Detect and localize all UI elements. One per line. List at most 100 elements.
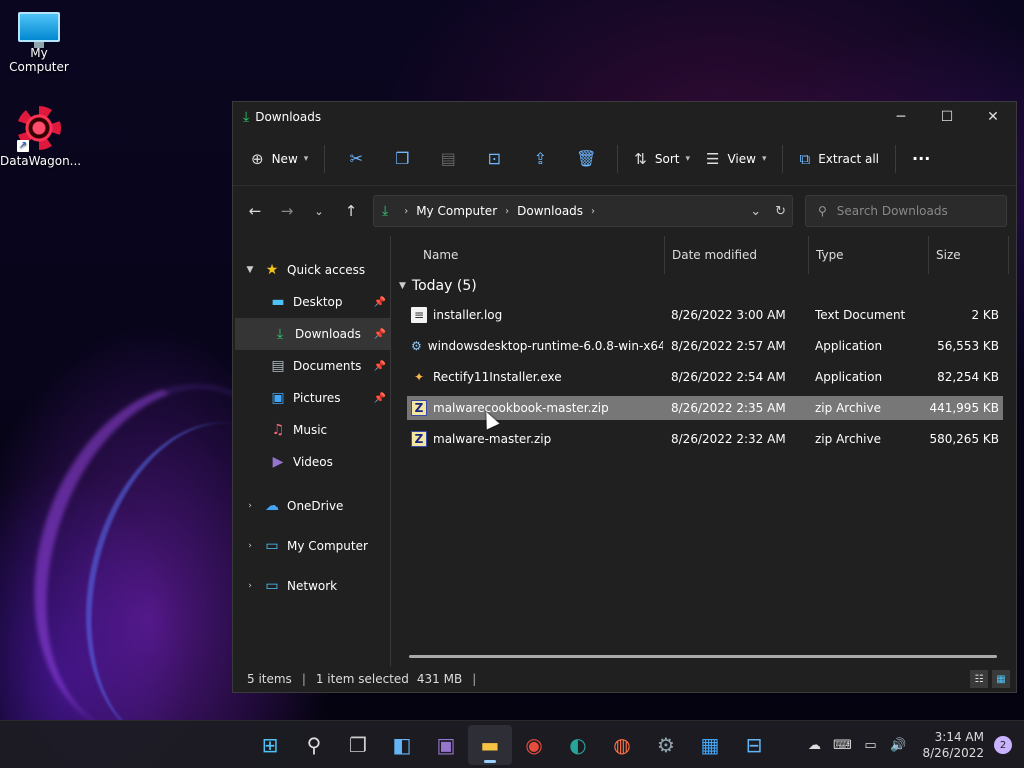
breadcrumb-downloads[interactable]: Downloads [517, 204, 583, 218]
extract-all-button[interactable]: ⧉ Extract all [791, 143, 887, 175]
file-row-installer-log[interactable]: ≡ installer.log 8/26/2022 3:00 AM Text D… [407, 303, 1003, 327]
taskbar-chrome[interactable]: ◉ [512, 725, 556, 765]
sort-button[interactable]: ⇅ Sort ▾ [626, 143, 698, 175]
tiles-view-icon: ▦ [996, 673, 1006, 685]
toolbar-divider [617, 144, 619, 173]
file-type: Text Document [815, 308, 906, 322]
pin-icon: 📌 [373, 296, 386, 308]
file-date: 8/26/2022 2:32 AM [671, 432, 786, 446]
column-name[interactable]: Name [415, 236, 665, 274]
firefox-icon: ◍ [613, 733, 631, 757]
nav-label: Network [287, 579, 338, 593]
taskbar-settings[interactable]: ⚙ [644, 725, 688, 765]
file-date: 8/26/2022 2:54 AM [671, 370, 786, 384]
file-row-rectify11installer[interactable]: ✦ Rectify11Installer.exe 8/26/2022 2:54 … [407, 365, 1003, 389]
folder-icon: ▬ [480, 733, 500, 757]
onedrive-offline-icon[interactable]: ☁ [800, 738, 828, 753]
extract-label: Extract all [818, 151, 880, 166]
list-view-icon: ☰ [706, 149, 720, 168]
taskbar-store[interactable]: ⊟ [732, 725, 776, 765]
clock[interactable]: 3:14 AM 8/26/2022 [922, 729, 984, 761]
minimize-button[interactable]: ─ [878, 102, 924, 132]
address-dropdown-icon[interactable]: ⌄ [750, 204, 761, 219]
delete-button[interactable]: 🗑 [571, 143, 601, 175]
group-label: Today (5) [411, 278, 477, 294]
share-button[interactable]: ⇪ [525, 143, 555, 175]
title-bar[interactable]: ⤓ Downloads ─ ☐ ✕ [233, 102, 1016, 132]
nav-network[interactable]: › ▭ Network [233, 566, 390, 606]
taskbar-search[interactable]: ⚲ [292, 725, 336, 765]
desktop-icon-my-computer[interactable]: My Computer [0, 12, 78, 74]
column-type[interactable]: Type [809, 236, 929, 274]
copy-button[interactable]: ❐ [387, 143, 417, 175]
view-button[interactable]: ☰ View ▾ [698, 143, 774, 175]
cut-button[interactable]: ✂ [341, 143, 371, 175]
task-view-button[interactable]: ❐ [336, 725, 380, 765]
monitor-icon [18, 12, 60, 48]
column-size[interactable]: Size [929, 236, 1009, 274]
start-button[interactable]: ⊞ [248, 725, 292, 765]
new-button[interactable]: ⊕ New ▾ [243, 143, 316, 175]
breadcrumb-my-computer[interactable]: My Computer [416, 204, 497, 218]
nav-desktop[interactable]: ▬ Desktop 📌 [233, 286, 390, 318]
navigation-pane: ▼ ★ Quick access ▬ Desktop 📌 ⤓ Downloads… [233, 236, 391, 666]
maximize-button[interactable]: ☐ [924, 102, 970, 132]
file-type: zip Archive [815, 401, 881, 415]
taskbar-firefox[interactable]: ◍ [600, 725, 644, 765]
volume-icon[interactable]: 🔊 [884, 738, 912, 753]
sort-arrows-icon: ⇅ [634, 149, 647, 168]
videos-icon: ▶ [272, 454, 284, 470]
desktop-icon-datawagon[interactable]: ↗ DataWagon... [0, 106, 81, 168]
group-header-today[interactable]: ▼ Today (5) [399, 278, 477, 294]
close-button[interactable]: ✕ [970, 102, 1016, 132]
forward-button[interactable]: → [271, 195, 303, 227]
zip-icon: Z [411, 400, 427, 416]
nav-my-computer[interactable]: › ▭ My Computer [233, 526, 390, 566]
taskbar-file-explorer[interactable]: ▬ [468, 725, 512, 765]
network-status-icon[interactable]: ▭ [856, 738, 884, 753]
column-date-modified[interactable]: Date modified [665, 236, 809, 274]
nav-videos[interactable]: ▶ Videos [233, 446, 390, 478]
details-view-toggle[interactable]: ☷ [970, 670, 988, 688]
more-options-button[interactable]: ··· [904, 143, 938, 175]
chat-button[interactable]: ▣ [424, 725, 468, 765]
taskbar-edge[interactable]: ◐ [556, 725, 600, 765]
search-input[interactable]: ⚲ Search Downloads [805, 195, 1007, 227]
extract-icon: ⧉ [799, 149, 811, 168]
arrow-right-icon: → [280, 202, 294, 220]
back-button[interactable]: ← [239, 195, 271, 227]
installer-icon: ⚙ [411, 339, 422, 353]
paste-button[interactable]: ▤ [433, 143, 463, 175]
widgets-button[interactable]: ◧ [380, 725, 424, 765]
file-type: zip Archive [815, 432, 881, 446]
nav-downloads[interactable]: ⤓ Downloads 📌 [235, 318, 390, 350]
address-bar[interactable]: ⤓ › My Computer › Downloads › ⌄ ↻ [373, 195, 793, 227]
file-size: 441,995 KB [929, 401, 999, 415]
window-title: Downloads [255, 110, 322, 124]
tiles-view-toggle[interactable]: ▦ [992, 670, 1010, 688]
task-view-icon: ❐ [349, 733, 367, 757]
status-item-count: 5 items [247, 672, 292, 686]
nav-quick-access[interactable]: ▼ ★ Quick access [233, 254, 390, 286]
nav-music[interactable]: ♫ Music [233, 414, 390, 446]
up-button[interactable]: ↑ [335, 195, 367, 227]
horizontal-scrollbar[interactable] [409, 655, 997, 658]
nav-pictures[interactable]: ▣ Pictures 📌 [233, 382, 390, 414]
nav-label: Downloads [295, 327, 361, 341]
view-label: View [727, 151, 756, 166]
shortcut-arrow-icon: ↗ [17, 140, 29, 152]
pictures-icon: ▣ [271, 390, 285, 406]
recent-locations-button[interactable]: ⌄ [303, 195, 335, 227]
windows-logo-icon: ⊞ [261, 733, 279, 757]
nav-onedrive[interactable]: › ☁ OneDrive [233, 486, 390, 526]
nav-documents[interactable]: ▤ Documents 📌 [233, 350, 390, 382]
file-row-windowsdesktop-runtime[interactable]: ⚙ windowsdesktop-runtime-6.0.8-win-x64..… [407, 334, 1003, 358]
keyboard-icon[interactable]: ⌨ [828, 738, 856, 753]
plus-circle-icon: ⊕ [251, 149, 264, 168]
file-row-malware-master[interactable]: Z malware-master.zip 8/26/2022 2:32 AM z… [407, 427, 1003, 451]
rename-button[interactable]: ⊡ [479, 143, 509, 175]
taskbar-calendar[interactable]: ▦ [688, 725, 732, 765]
notification-badge[interactable]: 2 [994, 736, 1012, 754]
refresh-icon[interactable]: ↻ [775, 204, 786, 219]
network-icon: ▭ [265, 578, 279, 594]
